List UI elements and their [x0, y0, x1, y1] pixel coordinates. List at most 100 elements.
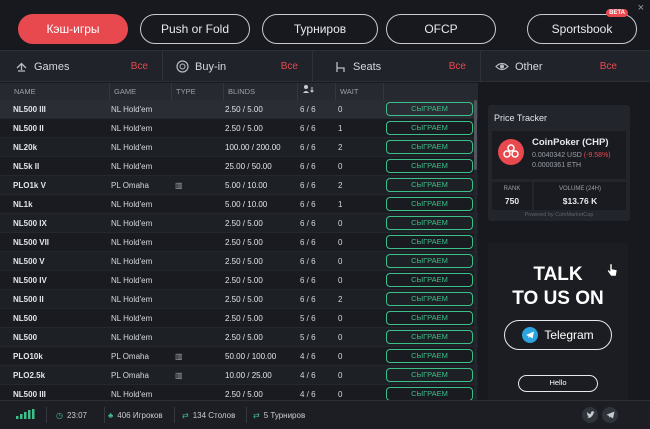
play-button[interactable]: СЫГРАЕМ [386, 273, 473, 287]
hello-button[interactable]: Hello [518, 375, 598, 392]
telegram-button[interactable]: Telegram [504, 320, 612, 350]
coinpoker-logo-icon [498, 139, 524, 165]
wait-count: 0 [338, 352, 343, 361]
game-type: NL Hold'em [111, 238, 153, 247]
wait-count: 0 [338, 257, 343, 266]
column-name-header[interactable]: NAME [10, 83, 110, 100]
tab-sportsbook[interactable]: Sportsbook BETA [527, 9, 637, 44]
play-button[interactable]: СЫГРАЕМ [386, 159, 473, 173]
tab-ofcp[interactable]: OFCP [386, 14, 496, 44]
table-row[interactable]: NL500 NL Hold'em 2.50 / 5.00 5 / 6 0 СЫГ… [0, 328, 478, 347]
play-button[interactable]: СЫГРАЕМ [386, 292, 473, 306]
tournaments-count: ⇄ 5 Турниров [253, 401, 305, 429]
tab-label: Кэш-игры [46, 22, 100, 36]
filter-bar: Games Все Buy-in Все Seats Все Other Все [0, 50, 650, 82]
game-type: PL Omaha [111, 181, 149, 190]
close-icon[interactable]: × [638, 2, 644, 14]
players-icon: ♣ [108, 410, 114, 420]
play-button[interactable]: СЫГРАЕМ [386, 387, 473, 401]
wait-count: 2 [338, 295, 343, 304]
divider [46, 407, 47, 423]
filter-buy-in[interactable]: Buy-in Все [163, 51, 313, 82]
table-header: NAME GAME TYPE BLINDS WAIT [0, 83, 478, 100]
game-type: NL Hold'em [111, 105, 153, 114]
table-row[interactable]: NL1k NL Hold'em 5.00 / 10.00 6 / 6 1 СЫГ… [0, 195, 478, 214]
play-button[interactable]: СЫГРАЕМ [386, 235, 473, 249]
divider [246, 407, 247, 423]
column-type-header[interactable]: TYPE [172, 83, 224, 100]
tab-label: Push or Fold [160, 22, 230, 36]
powered-by-link[interactable]: Powered by CoinMarketCap [488, 212, 630, 218]
play-button[interactable]: СЫГРАЕМ [386, 178, 473, 192]
promo-line-1: TALK [533, 264, 583, 285]
blinds: 2.50 / 5.00 [225, 295, 263, 304]
players-count: ♣ 406 Игроков [108, 401, 163, 429]
play-button[interactable]: СЫГРАЕМ [386, 368, 473, 382]
scrollbar-thumb[interactable] [474, 100, 477, 170]
play-button[interactable]: СЫГРАЕМ [386, 254, 473, 268]
game-type: NL Hold'em [111, 314, 153, 323]
play-button[interactable]: СЫГРАЕМ [386, 140, 473, 154]
table-row[interactable]: NL500 V NL Hold'em 2.50 / 5.00 6 / 6 0 С… [0, 252, 478, 271]
seats: 6 / 6 [300, 238, 316, 247]
game-type: NL Hold'em [111, 200, 153, 209]
telegram-label: Telegram [544, 328, 594, 342]
divider [174, 407, 175, 423]
blinds: 2.50 / 5.00 [225, 333, 263, 342]
table-row[interactable]: NL500 IX NL Hold'em 2.50 / 5.00 6 / 6 0 … [0, 214, 478, 233]
play-button[interactable]: СЫГРАЕМ [386, 121, 473, 135]
play-button[interactable]: СЫГРАЕМ [386, 216, 473, 230]
seats: 6 / 6 [300, 105, 316, 114]
tab-push-or-fold[interactable]: Push or Fold [140, 14, 250, 44]
seats: 4 / 6 [300, 352, 316, 361]
table-name: NL500 II [13, 124, 44, 133]
blinds: 2.50 / 5.00 [225, 219, 263, 228]
table-row[interactable]: NL500 II NL Hold'em 2.50 / 5.00 6 / 6 1 … [0, 119, 478, 138]
filter-games[interactable]: Games Все [0, 51, 163, 82]
blinds: 2.50 / 5.00 [225, 257, 263, 266]
column-wait-header[interactable]: WAIT [336, 83, 384, 100]
table-row[interactable]: NL500 III NL Hold'em 2.50 / 5.00 6 / 6 0… [0, 100, 478, 119]
telegram-footer-icon[interactable] [602, 407, 618, 423]
filter-value: Все [599, 61, 617, 72]
table-row[interactable]: NL20k NL Hold'em 100.00 / 200.00 6 / 6 2… [0, 138, 478, 157]
seats: 6 / 6 [300, 219, 316, 228]
wait-count: 0 [338, 276, 343, 285]
filter-other[interactable]: Other Все [481, 51, 631, 82]
wait-count: 0 [338, 333, 343, 342]
play-button[interactable]: СЫГРАЕМ [386, 349, 473, 363]
column-game-header[interactable]: GAME [110, 83, 172, 100]
table-row[interactable]: PLO1k V PL Omaha ▥ 5.00 / 10.00 6 / 6 2 … [0, 176, 478, 195]
tables-list: NL500 III NL Hold'em 2.50 / 5.00 6 / 6 0… [0, 100, 478, 404]
seats: 6 / 6 [300, 143, 316, 152]
side-panel: Price Tracker CoinPoker (CHP) 0.0040342 … [480, 83, 630, 400]
table-row[interactable]: PLO10k PL Omaha ▥ 50.00 / 100.00 4 / 6 0… [0, 347, 478, 366]
column-blinds-header[interactable]: BLINDS [224, 83, 298, 100]
table-name: NL5k II [13, 162, 40, 171]
table-row[interactable]: NL5k II NL Hold'em 25.00 / 50.00 6 / 6 0… [0, 157, 478, 176]
table-row[interactable]: NL500 IV NL Hold'em 2.50 / 5.00 6 / 6 0 … [0, 271, 478, 290]
tab-tournaments[interactable]: Турниров [262, 14, 378, 44]
table-name: PLO10k [13, 352, 43, 361]
table-row[interactable]: NL500 II NL Hold'em 2.50 / 5.00 6 / 6 2 … [0, 290, 478, 309]
table-row[interactable]: NL500 NL Hold'em 2.50 / 5.00 5 / 6 0 СЫГ… [0, 309, 478, 328]
seats: 5 / 6 [300, 314, 316, 323]
play-button[interactable]: СЫГРАЕМ [386, 311, 473, 325]
volume-stat: VOLUME (24H) $13.76 K [534, 182, 626, 210]
play-button[interactable]: СЫГРАЕМ [386, 102, 473, 116]
table-row[interactable]: PLO2.5k PL Omaha ▥ 10.00 / 25.00 4 / 6 0… [0, 366, 478, 385]
twitter-icon[interactable] [582, 407, 598, 423]
column-seats-header[interactable] [298, 83, 336, 100]
seats: 5 / 6 [300, 333, 316, 342]
tab-cash-games[interactable]: Кэш-игры [18, 14, 128, 44]
clock-time: 23:07 [66, 410, 88, 420]
usd-change: (-9.58%) [583, 152, 611, 159]
table-row[interactable]: NL500 VII NL Hold'em 2.50 / 5.00 6 / 6 0… [0, 233, 478, 252]
tournaments-text: 5 Турниров [263, 410, 306, 420]
filter-label: Seats [353, 60, 382, 73]
game-type: NL Hold'em [111, 276, 153, 285]
play-button[interactable]: СЫГРАЕМ [386, 197, 473, 211]
play-button[interactable]: СЫГРАЕМ [386, 330, 473, 344]
filter-seats[interactable]: Seats Все [313, 51, 481, 82]
blinds: 2.50 / 5.00 [225, 105, 263, 114]
